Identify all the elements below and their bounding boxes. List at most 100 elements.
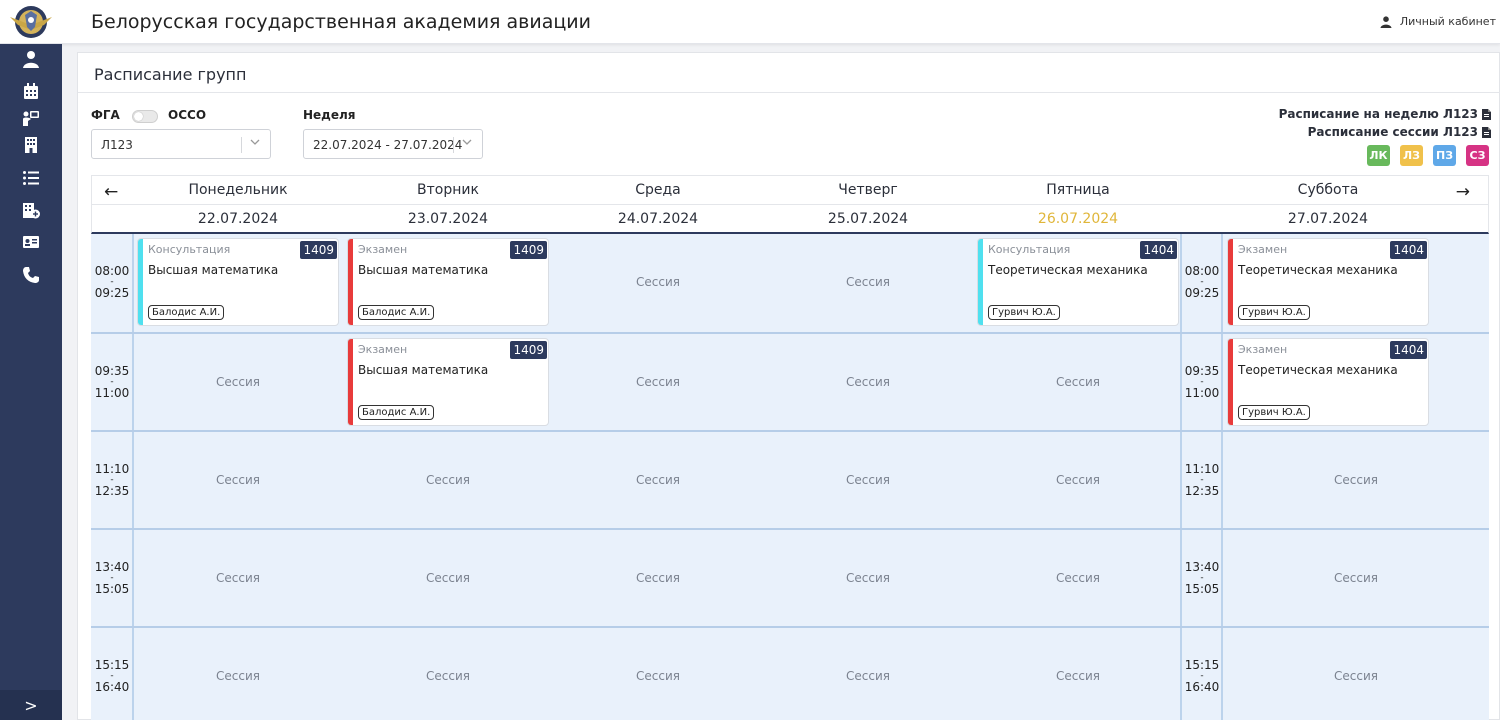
account-link[interactable]: Личный кабинет [1380, 15, 1496, 28]
day-name: Понедельник [188, 182, 288, 198]
time-slot-row: 13:40-15:05 13:40-15:05 Сессия Сессия Сессия… [91, 528, 1489, 628]
lesson-subject: Теоретическая механика [1238, 263, 1398, 277]
session-cell: Сессия [1056, 669, 1100, 683]
academy-logo[interactable] [8, 3, 54, 41]
prev-week-button[interactable]: ← [104, 182, 118, 202]
week-select[interactable]: 22.07.2024 - 27.07.2024 [303, 129, 483, 159]
sidebar-item-buildings[interactable] [20, 134, 42, 156]
session-cell: Сессия [636, 669, 680, 683]
lesson-type-strip [348, 239, 353, 325]
lesson-type-strip [348, 339, 353, 425]
header-divider [92, 204, 1488, 205]
session-cell: Сессия [216, 375, 260, 389]
session-cell: Сессия [426, 473, 470, 487]
day-name: Среда [635, 182, 681, 198]
lesson-card[interactable]: Консультация 1409 Высшая математика Балодис… [137, 238, 339, 326]
slot-dash: - [110, 475, 114, 485]
building-plus-icon [23, 203, 40, 219]
app-title: Белорусская государственная академия ави… [91, 11, 591, 33]
lesson-subject: Высшая математика [358, 363, 489, 377]
slot-dash: - [110, 671, 114, 681]
slot-start: 13:40 [94, 560, 130, 574]
lesson-type: Консультация [988, 243, 1071, 256]
session-schedule-link-label: Расписание сессии Л123 [1307, 125, 1478, 139]
group-select[interactable]: Л123 [91, 129, 271, 159]
session-cell: Сессия [846, 669, 890, 683]
teacher-tag[interactable]: Гурвич Ю.А. [1238, 305, 1310, 320]
lesson-subject: Теоретическая механика [988, 263, 1148, 277]
sidebar-item-calendar[interactable] [20, 80, 42, 102]
switch-label-fga: ФГА [91, 108, 120, 122]
session-cell: Сессия [1056, 571, 1100, 585]
lesson-card[interactable]: Консультация 1404 Теоретическая механика Гу… [977, 238, 1179, 326]
slot-end: 11:00 [1184, 386, 1220, 400]
teacher-tag[interactable]: Гурвич Ю.А. [1238, 405, 1310, 420]
slot-dash: - [1200, 573, 1204, 583]
slot-time: 09:35-11:00 [91, 364, 133, 400]
slot-end: 16:40 [94, 680, 130, 694]
sidebar-item-cards[interactable] [20, 231, 42, 253]
lesson-type-strip [138, 239, 143, 325]
day-name: Четверг [838, 182, 898, 198]
room-badge: 1404 [1390, 241, 1427, 259]
building-icon [25, 137, 37, 153]
select-separator [241, 137, 242, 153]
faculty-toggle[interactable] [132, 110, 158, 123]
user-icon [23, 51, 39, 68]
calendar-icon [24, 83, 38, 99]
session-cell: Сессия [846, 275, 890, 289]
id-card-icon [23, 236, 39, 248]
teacher-tag[interactable]: Балодис А.И. [358, 405, 435, 420]
week-schedule-link[interactable]: Расписание на неделю Л123 [1279, 105, 1491, 123]
time-slot-row: 11:10-12:35 11:10-12:35 Сессия Сессия Сессия… [91, 430, 1489, 530]
session-cell: Сессия [846, 473, 890, 487]
sidebar-item-rooms[interactable] [20, 199, 42, 221]
file-icon [1482, 108, 1491, 120]
teacher-tag[interactable]: Гурвич Ю.А. [988, 305, 1060, 320]
session-schedule-link[interactable]: Расписание сессии Л123 [1279, 123, 1491, 141]
chevron-down-icon [462, 139, 472, 145]
sidebar-expand-button[interactable]: > [0, 690, 62, 720]
legend-lz: ЛЗ [1400, 145, 1423, 166]
day-name: Пятница [1046, 182, 1110, 198]
room-badge: 1409 [510, 341, 547, 359]
sidebar: > [0, 44, 62, 720]
legend-lk: ЛК [1367, 145, 1390, 166]
lesson-card[interactable]: Экзамен 1409 Высшая математика Балодис А.И. [347, 238, 549, 326]
slot-end: 12:35 [1184, 484, 1220, 498]
lesson-card[interactable]: Экзамен 1404 Теоретическая механика Гурвич … [1227, 238, 1429, 326]
lesson-subject: Высшая математика [148, 263, 279, 277]
day-date: 22.07.2024 [197, 211, 279, 227]
teacher-tag[interactable]: Балодис А.И. [148, 305, 225, 320]
column-divider [1221, 334, 1223, 432]
slot-time: 13:40-15:05 [1181, 560, 1223, 596]
session-cell: Сессия [636, 571, 680, 585]
slot-dash: - [110, 277, 114, 287]
slot-start: 08:00 [94, 264, 130, 278]
next-week-button[interactable]: → [1456, 182, 1470, 202]
lesson-type-strip [1228, 239, 1233, 325]
slot-time: 15:15-16:40 [1181, 658, 1223, 694]
lesson-subject: Теоретическая механика [1238, 363, 1398, 377]
session-cell: Сессия [216, 571, 260, 585]
lesson-type: Экзамен [358, 343, 408, 356]
lesson-type: Экзамен [1238, 243, 1288, 256]
teacher-tag[interactable]: Балодис А.И. [358, 305, 435, 320]
lesson-type: Экзамен [358, 243, 408, 256]
session-cell: Сессия [216, 473, 260, 487]
slot-start: 08:00 [1184, 264, 1220, 278]
slot-end: 09:25 [1184, 286, 1220, 300]
day-date: 23.07.2024 [407, 211, 489, 227]
sidebar-item-list[interactable] [20, 167, 42, 189]
chevron-right-icon: > [24, 695, 38, 715]
sidebar-item-contacts[interactable] [20, 264, 42, 286]
page-title: Расписание групп [94, 65, 247, 84]
sidebar-item-profile[interactable] [20, 48, 42, 70]
slot-end: 11:00 [94, 386, 130, 400]
title-divider [78, 92, 1500, 93]
lesson-type-legend: ЛК ЛЗ ПЗ СЗ [1367, 145, 1489, 166]
lesson-card[interactable]: Экзамен 1409 Высшая математика Балодис А.И. [347, 338, 549, 426]
lesson-card[interactable]: Экзамен 1404 Теоретическая механика Гурвич … [1227, 338, 1429, 426]
sidebar-item-teachers[interactable] [20, 107, 42, 129]
schedule-grid: 08:00-09:25 08:00-09:25 Консультация 1409 Вы… [91, 234, 1489, 720]
